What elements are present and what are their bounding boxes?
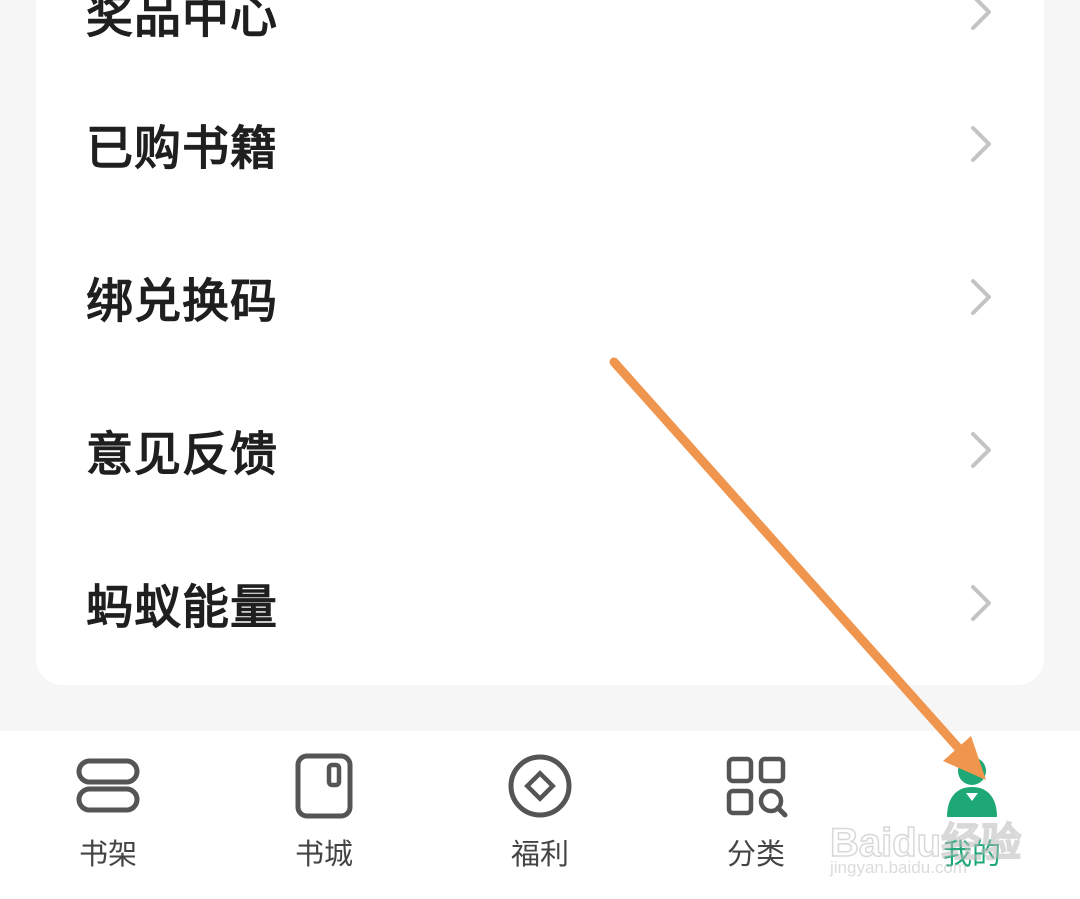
coin-icon [508,754,572,818]
tab-label: 分类 [726,837,785,871]
tab-category[interactable]: 分类 [648,731,864,899]
chevron-right-icon [971,584,991,621]
chevron-right-icon [971,125,991,162]
tab-label: 福利 [510,837,569,871]
tab-welfare[interactable]: 福利 [432,731,648,899]
bookshelf-icon [76,758,140,813]
chevron-right-icon [971,278,991,315]
menu-item-label: 蚂蚁能量 [86,580,278,635]
tab-mine[interactable]: 我的 [864,731,1080,899]
profile-icon [947,757,997,817]
bottom-tab-bar: 书架 书城 福利 分类 我的 [0,731,1080,899]
tab-label: 书架 [78,837,137,871]
menu-item-redeem-code[interactable]: 绑兑换码 [36,220,1044,373]
menu-item-label: 奖品中心 [86,0,278,44]
chevron-right-icon [971,0,991,30]
bookstore-icon [295,753,353,819]
tab-bookstore[interactable]: 书城 [216,731,432,899]
menu-item-label: 已购书籍 [86,121,278,176]
tab-bookshelf[interactable]: 书架 [0,731,216,899]
chevron-right-icon [971,431,991,468]
tab-label: 我的 [942,837,1001,871]
menu-item-label: 意见反馈 [86,427,278,482]
menu-item-feedback[interactable]: 意见反馈 [36,373,1044,526]
menu-item-purchased-books[interactable]: 已购书籍 [36,67,1044,220]
category-icon [726,756,788,818]
tab-label: 书城 [294,837,353,871]
menu-item-ant-energy[interactable]: 蚂蚁能量 [36,526,1044,679]
menu-item-label: 绑兑换码 [86,274,278,329]
